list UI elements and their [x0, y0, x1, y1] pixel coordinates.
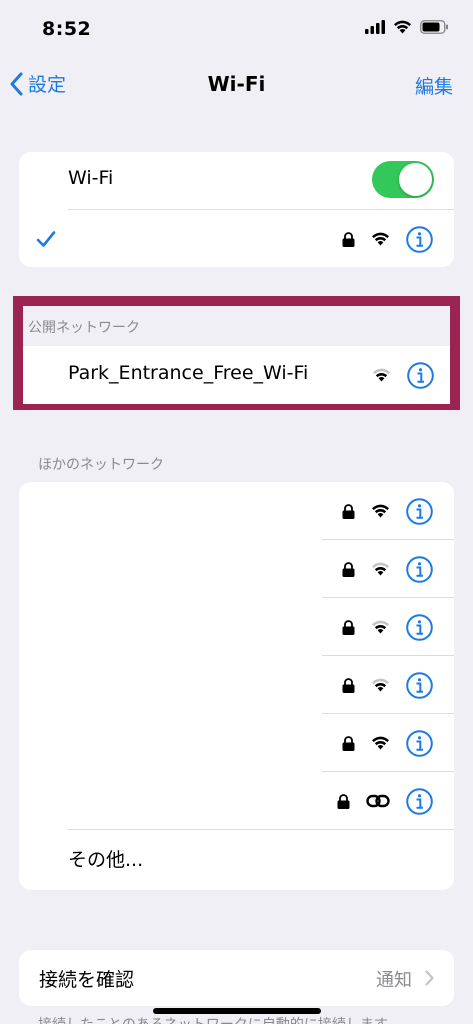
network-row[interactable]	[19, 772, 454, 830]
chevron-right-icon	[425, 970, 434, 986]
lock-icon	[342, 735, 355, 751]
public-network-highlight: 公開ネットワーク Park_Entrance_Free_Wi-Fi	[13, 296, 460, 410]
network-row[interactable]	[19, 714, 454, 772]
info-icon[interactable]	[406, 671, 433, 699]
lock-icon	[342, 619, 355, 635]
info-icon[interactable]	[406, 225, 433, 253]
wifi-icon	[372, 620, 389, 634]
wifi-icon	[372, 562, 389, 576]
info-icon[interactable]	[406, 613, 433, 641]
checkmark-icon	[36, 231, 56, 247]
wifi-toggle[interactable]	[372, 161, 434, 198]
other-network-label: その他...	[68, 849, 144, 871]
wifi-toggle-row: Wi-Fi	[19, 152, 454, 210]
public-networks-header: 公開ネットワーク	[28, 320, 140, 336]
wifi-toggle-label: Wi-Fi	[68, 167, 114, 189]
wifi-weak-icon	[373, 368, 390, 382]
lock-icon	[342, 561, 355, 577]
footer-note: 接続したことのあるネットワークに自動的に接続します	[38, 1014, 388, 1024]
lock-icon	[342, 231, 355, 247]
cellular-signal-icon	[365, 20, 385, 34]
battery-icon	[420, 20, 448, 34]
wifi-icon	[372, 232, 389, 246]
wifi-group: Wi-Fi	[19, 152, 454, 267]
home-indicator[interactable]	[153, 1008, 321, 1014]
lock-icon	[342, 503, 355, 519]
status-time: 8:52	[42, 18, 92, 40]
other-networks-header: ほかのネットワーク	[38, 457, 164, 473]
status-icons	[365, 20, 449, 34]
info-icon[interactable]	[406, 555, 433, 583]
link-icon	[366, 794, 390, 808]
ask-to-join-group: 接続を確認 通知	[19, 950, 454, 1006]
wifi-status-icon	[394, 20, 411, 34]
ask-to-join-value: 通知	[376, 970, 412, 991]
other-network-row[interactable]: その他...	[19, 830, 454, 890]
wifi-icon	[372, 504, 389, 518]
page-title: Wi-Fi	[207, 72, 266, 96]
network-row[interactable]	[19, 656, 454, 714]
public-network-row[interactable]: Park_Entrance_Free_Wi-Fi	[23, 346, 450, 404]
other-networks-group: その他...	[19, 482, 454, 890]
info-icon[interactable]	[406, 729, 433, 757]
connected-network-row[interactable]	[19, 210, 454, 267]
lock-icon	[337, 793, 350, 809]
info-icon[interactable]	[406, 497, 433, 525]
network-row[interactable]	[19, 598, 454, 656]
ask-to-join-row[interactable]: 接続を確認 通知	[19, 950, 454, 1006]
public-network-name: Park_Entrance_Free_Wi-Fi	[68, 362, 309, 384]
ask-to-join-label: 接続を確認	[39, 969, 135, 991]
wifi-icon	[372, 736, 389, 750]
navigation-bar: 設定 Wi-Fi 編集	[0, 62, 473, 106]
wifi-icon	[372, 678, 389, 692]
toggle-knob	[399, 163, 432, 196]
lock-icon	[342, 677, 355, 693]
info-icon[interactable]	[407, 361, 434, 389]
network-row[interactable]	[19, 540, 454, 598]
network-row[interactable]	[19, 482, 454, 540]
status-bar: 8:52	[0, 0, 473, 60]
edit-button[interactable]: 編集	[415, 72, 453, 99]
info-icon[interactable]	[406, 787, 433, 815]
